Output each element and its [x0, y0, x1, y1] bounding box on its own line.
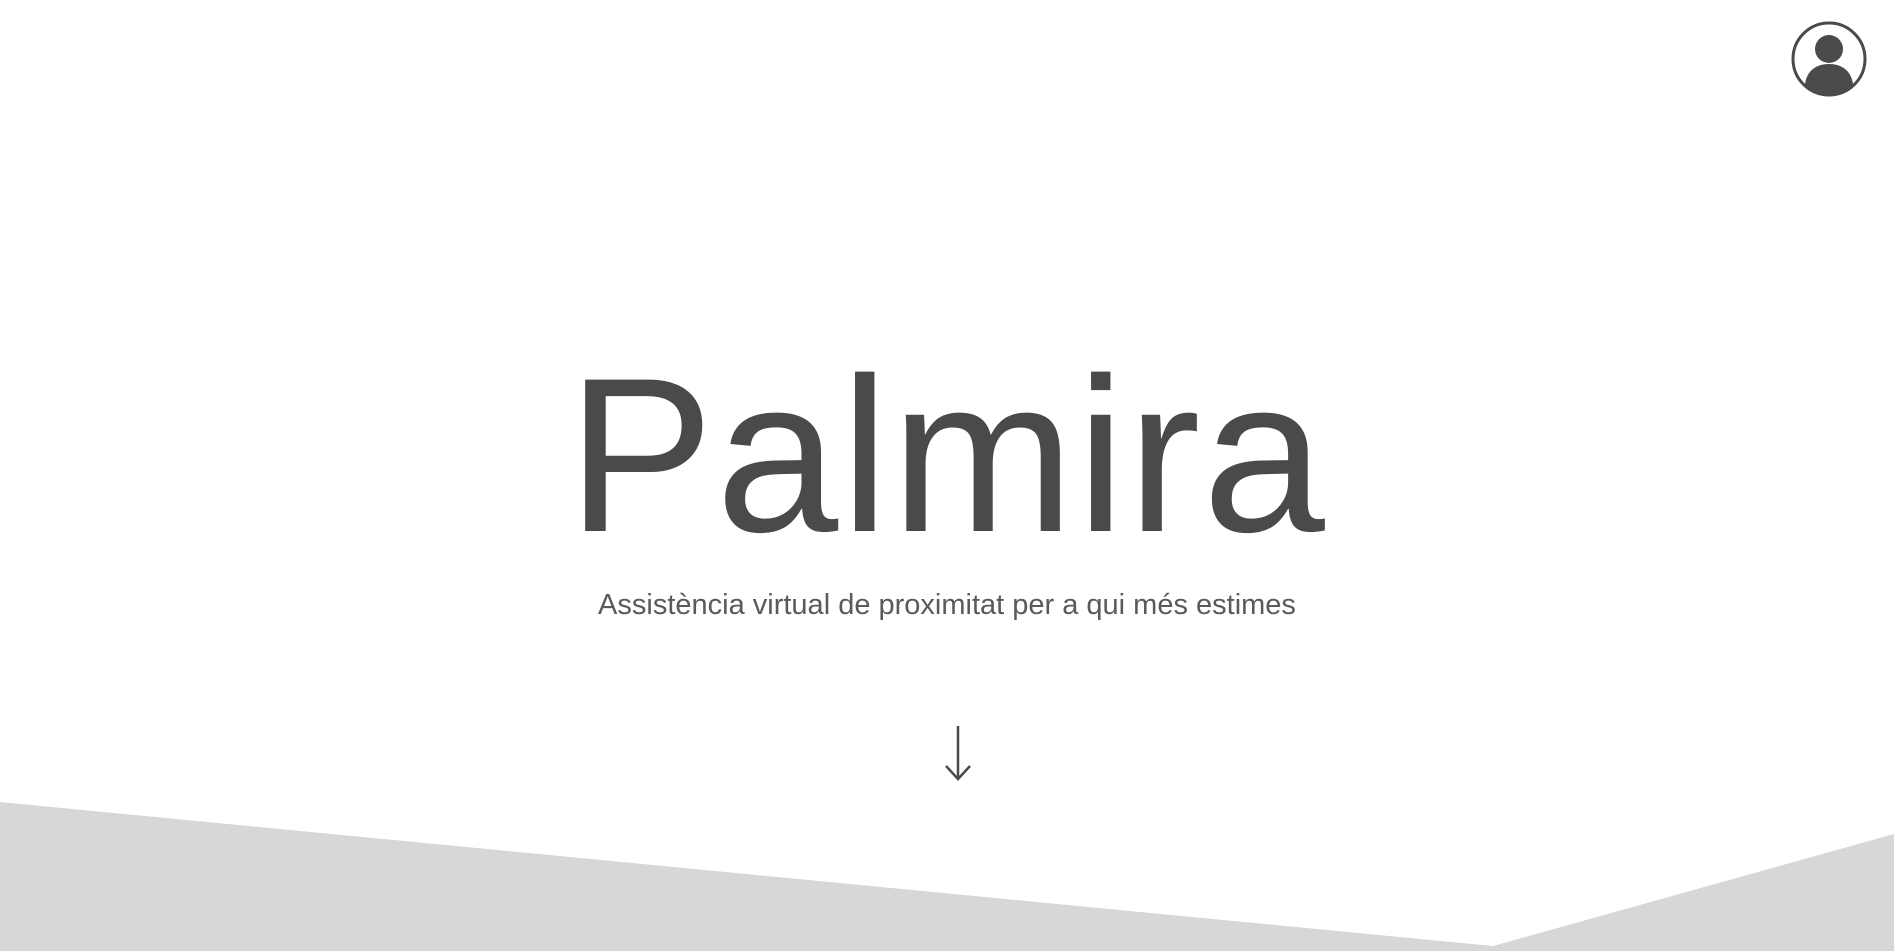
page-title: Palmira [567, 332, 1327, 578]
arrow-down-icon [945, 726, 971, 781]
landing-page: Palmira Assistència virtual de proximita… [0, 0, 1894, 951]
page-subtitle: Assistència virtual de proximitat per a … [598, 589, 1296, 621]
user-account-icon [1791, 21, 1867, 97]
hero-section: Palmira Assistència virtual de proximita… [0, 345, 1894, 623]
scroll-down-button[interactable] [940, 724, 976, 782]
account-button[interactable] [1791, 21, 1867, 97]
